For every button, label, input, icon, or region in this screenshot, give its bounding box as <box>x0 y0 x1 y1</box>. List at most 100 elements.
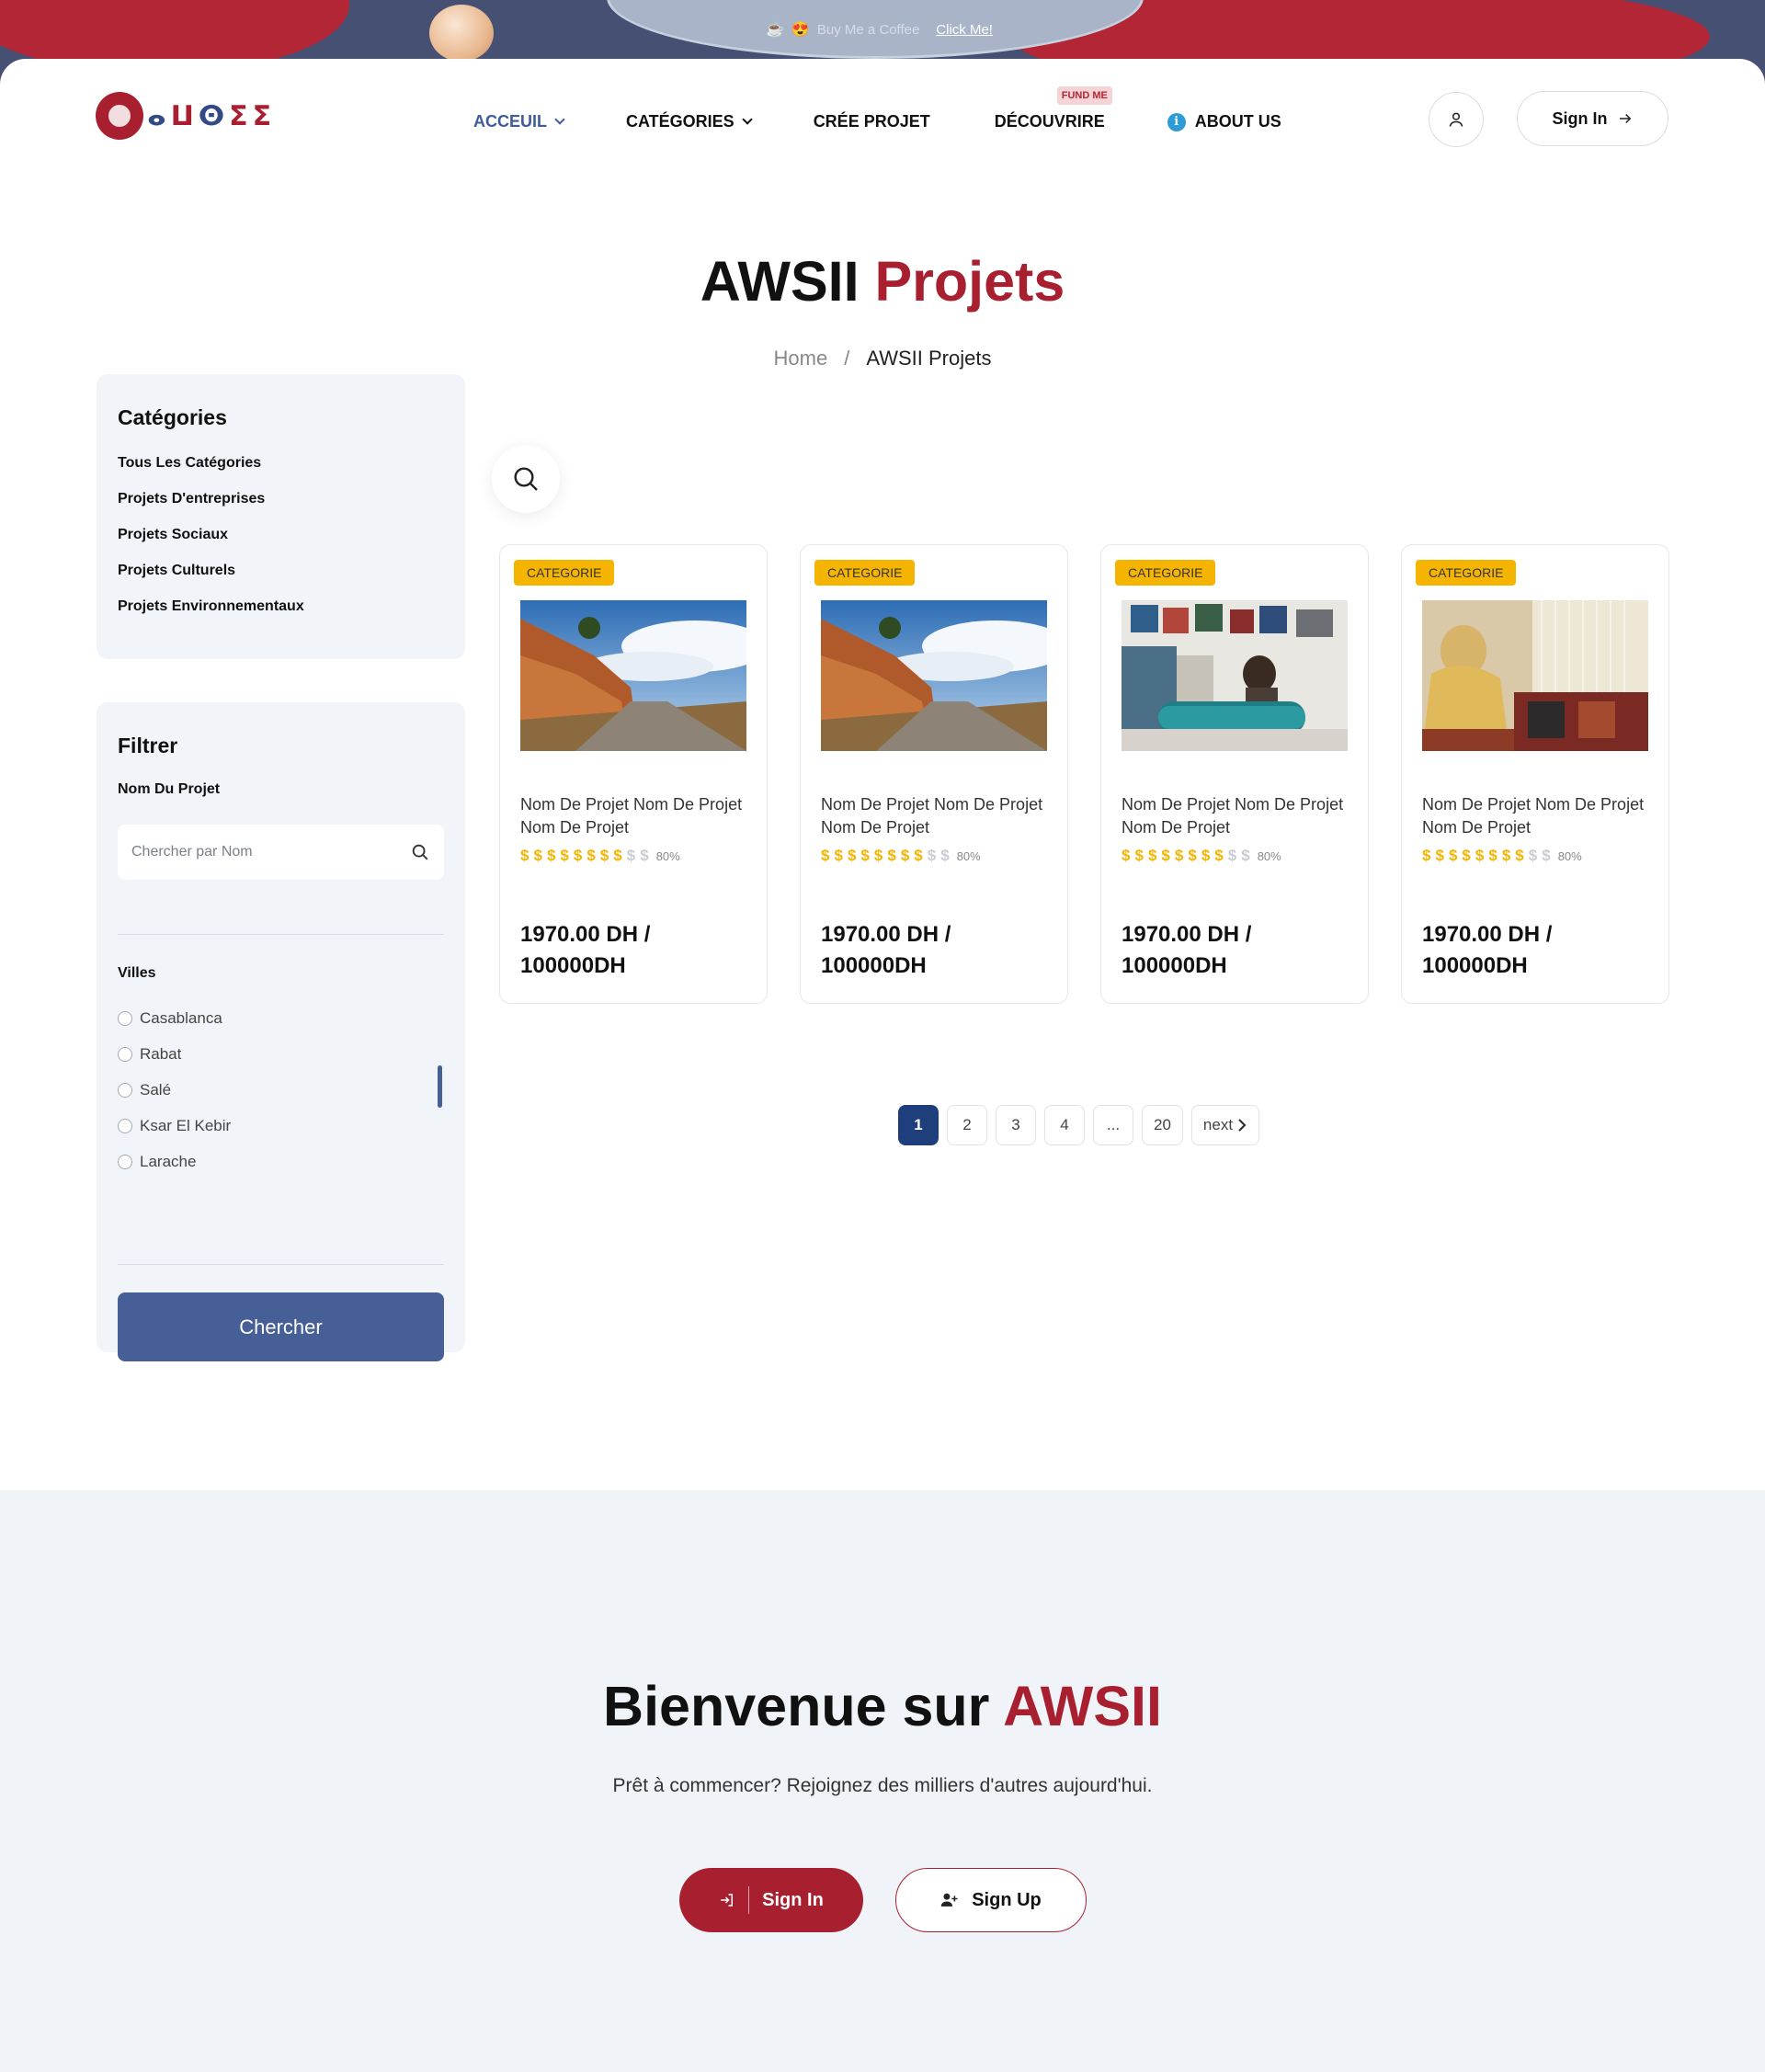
divider <box>118 1264 444 1265</box>
promo-link[interactable]: Click Me! <box>936 22 993 38</box>
breadcrumb-current: AWSII Projets <box>866 347 992 370</box>
dollar-rating-icon: $ <box>847 847 857 864</box>
category-item[interactable]: Projets Environnementaux <box>118 598 304 634</box>
project-name-label: Nom Du Projet <box>118 781 221 797</box>
categories-list: Tous Les Catégories Projets D'entreprise… <box>118 455 304 634</box>
search-by-name-input[interactable]: Chercher par Nom <box>118 825 444 880</box>
page-button-20[interactable]: 20 <box>1142 1105 1183 1145</box>
logo-wordmark: ⴰⵡⵙⵉⵉ <box>147 99 277 132</box>
project-card[interactable]: CATEGORIE Nom De Projet Nom De Projet No… <box>800 544 1068 1004</box>
nav-cree-projet[interactable]: CRÉE PROJET <box>814 112 930 131</box>
dollar-rating-icon: $ <box>873 847 883 864</box>
arrow-right-icon <box>1619 113 1631 124</box>
cities-scrollbar[interactable] <box>438 1065 442 1108</box>
city-option[interactable]: Salé <box>118 1072 231 1108</box>
project-name: Nom De Projet Nom De Projet Nom De Proje… <box>1122 795 1344 837</box>
project-rating: $ $ $ $ $ $ $ $ $ $ 80% <box>520 847 680 865</box>
dollar-rating-icon: $ <box>1188 847 1197 864</box>
dollar-rating-icon: $ <box>546 847 556 864</box>
dollar-rating-icon: $ <box>1201 847 1211 864</box>
pagination: 1 2 3 4 ... 20 next <box>898 1105 1260 1145</box>
category-tag: CATEGORIE <box>814 560 916 586</box>
dollar-rating-icon: $ <box>940 847 950 864</box>
next-page-button[interactable]: next <box>1190 1105 1260 1145</box>
city-option[interactable]: Larache <box>118 1144 231 1179</box>
rating-percent: 80% <box>1257 848 1281 863</box>
radio-icon <box>118 1118 132 1133</box>
search-icon <box>412 844 428 860</box>
welcome-title: Bienvenue sur AWSII <box>603 1675 1162 1737</box>
category-item[interactable]: Projets Sociaux <box>118 527 304 563</box>
filter-panel: Filtrer Nom Du Projet Chercher par Nom V… <box>97 702 465 1361</box>
dollar-rating-icon: $ <box>1161 847 1170 864</box>
dollar-rating-icon: $ <box>533 847 542 864</box>
dollar-rating-icon: $ <box>1501 847 1511 864</box>
main-nav: ACCEUIL CATÉGORIES CRÉE PROJET DÉCOUVRIR… <box>473 86 1281 131</box>
search-toggle-button[interactable] <box>492 445 560 513</box>
project-card[interactable]: CATEGORIE Nom De Projet Nom De Projet No… <box>1401 544 1669 1004</box>
nav-about-us[interactable]: i ABOUT US <box>1167 112 1281 131</box>
site-logo[interactable]: ⴰⵡⵙⵉⵉ <box>96 92 276 140</box>
dollar-rating-icon: $ <box>914 847 923 864</box>
category-item[interactable]: Projets Culturels <box>118 563 304 598</box>
breadcrumb-home[interactable]: Home <box>774 347 828 370</box>
info-icon: i <box>1167 112 1186 131</box>
chevron-right-icon <box>1238 1119 1247 1132</box>
fund-me-badge: FUND ME <box>1056 86 1112 105</box>
nav-acceuil[interactable]: ACCEUIL <box>473 112 565 131</box>
search-icon <box>514 467 538 491</box>
dollar-rating-icon: $ <box>613 847 622 864</box>
project-card[interactable]: CATEGORIE Nom De Projet Nom De Projet No… <box>1100 544 1369 1004</box>
dollar-rating-icon: $ <box>640 847 649 864</box>
dollar-rating-icon: $ <box>1542 847 1551 864</box>
page-ellipsis: ... <box>1093 1105 1133 1145</box>
add-user-icon <box>940 1893 958 1907</box>
chercher-button[interactable]: Chercher <box>118 1292 444 1361</box>
login-icon <box>721 1894 734 1907</box>
decor-egg <box>429 5 494 62</box>
project-price: 1970.00 DH /100000DH <box>1122 922 1252 978</box>
dollar-rating-icon: $ <box>1488 847 1497 864</box>
dollar-rating-icon: $ <box>1422 847 1431 864</box>
project-name: Nom De Projet Nom De Projet Nom De Proje… <box>520 795 743 837</box>
header-sign-in-button[interactable]: Sign In <box>1517 91 1668 146</box>
chevron-down-icon <box>554 114 565 125</box>
page-button-2[interactable]: 2 <box>947 1105 987 1145</box>
dollar-rating-icon: $ <box>1241 847 1250 864</box>
project-card[interactable]: CATEGORIE Nom De Projet Nom De Projet No… <box>499 544 768 1004</box>
dollar-rating-icon: $ <box>1214 847 1224 864</box>
user-account-button[interactable] <box>1429 92 1484 147</box>
category-tag: CATEGORIE <box>514 560 615 586</box>
page-button-1[interactable]: 1 <box>898 1105 939 1145</box>
welcome-sign-in-button[interactable]: Sign In <box>679 1868 863 1932</box>
project-price: 1970.00 DH /100000DH <box>520 922 651 978</box>
radio-icon <box>118 1154 132 1169</box>
dollar-rating-icon: $ <box>1435 847 1444 864</box>
city-option[interactable]: Ksar El Kebir <box>118 1108 231 1144</box>
category-item[interactable]: Projets D'entreprises <box>118 491 304 527</box>
city-option[interactable]: Rabat <box>118 1036 231 1072</box>
project-rating: $ $ $ $ $ $ $ $ $ $ 80% <box>1122 847 1281 865</box>
project-rating: $ $ $ $ $ $ $ $ $ $ 80% <box>1422 847 1582 865</box>
radio-icon <box>118 1046 132 1062</box>
cities-label: Villes <box>118 965 156 981</box>
project-name: Nom De Projet Nom De Projet Nom De Proje… <box>1422 795 1645 837</box>
dollar-rating-icon: $ <box>1448 847 1458 864</box>
dollar-rating-icon: $ <box>626 847 636 864</box>
project-image-desert-road <box>520 600 746 751</box>
dollar-rating-icon: $ <box>927 847 937 864</box>
dollar-rating-icon: $ <box>834 847 843 864</box>
page-button-4[interactable]: 4 <box>1044 1105 1085 1145</box>
user-icon <box>1449 112 1463 127</box>
dollar-rating-icon: $ <box>586 847 596 864</box>
city-option[interactable]: Casablanca <box>118 1000 231 1036</box>
page-button-3[interactable]: 3 <box>996 1105 1036 1145</box>
rating-percent: 80% <box>1557 848 1582 863</box>
nav-decouvrire[interactable]: DÉCOUVRIRE FUND ME <box>995 86 1112 131</box>
rating-percent: 80% <box>956 848 981 863</box>
welcome-sign-up-button[interactable]: Sign Up <box>895 1868 1087 1932</box>
category-item[interactable]: Tous Les Catégories <box>118 455 304 491</box>
nav-categories[interactable]: CATÉGORIES <box>626 112 753 131</box>
dollar-rating-icon: $ <box>1174 847 1184 864</box>
breadcrumb: Home / AWSII Projets <box>773 347 992 370</box>
